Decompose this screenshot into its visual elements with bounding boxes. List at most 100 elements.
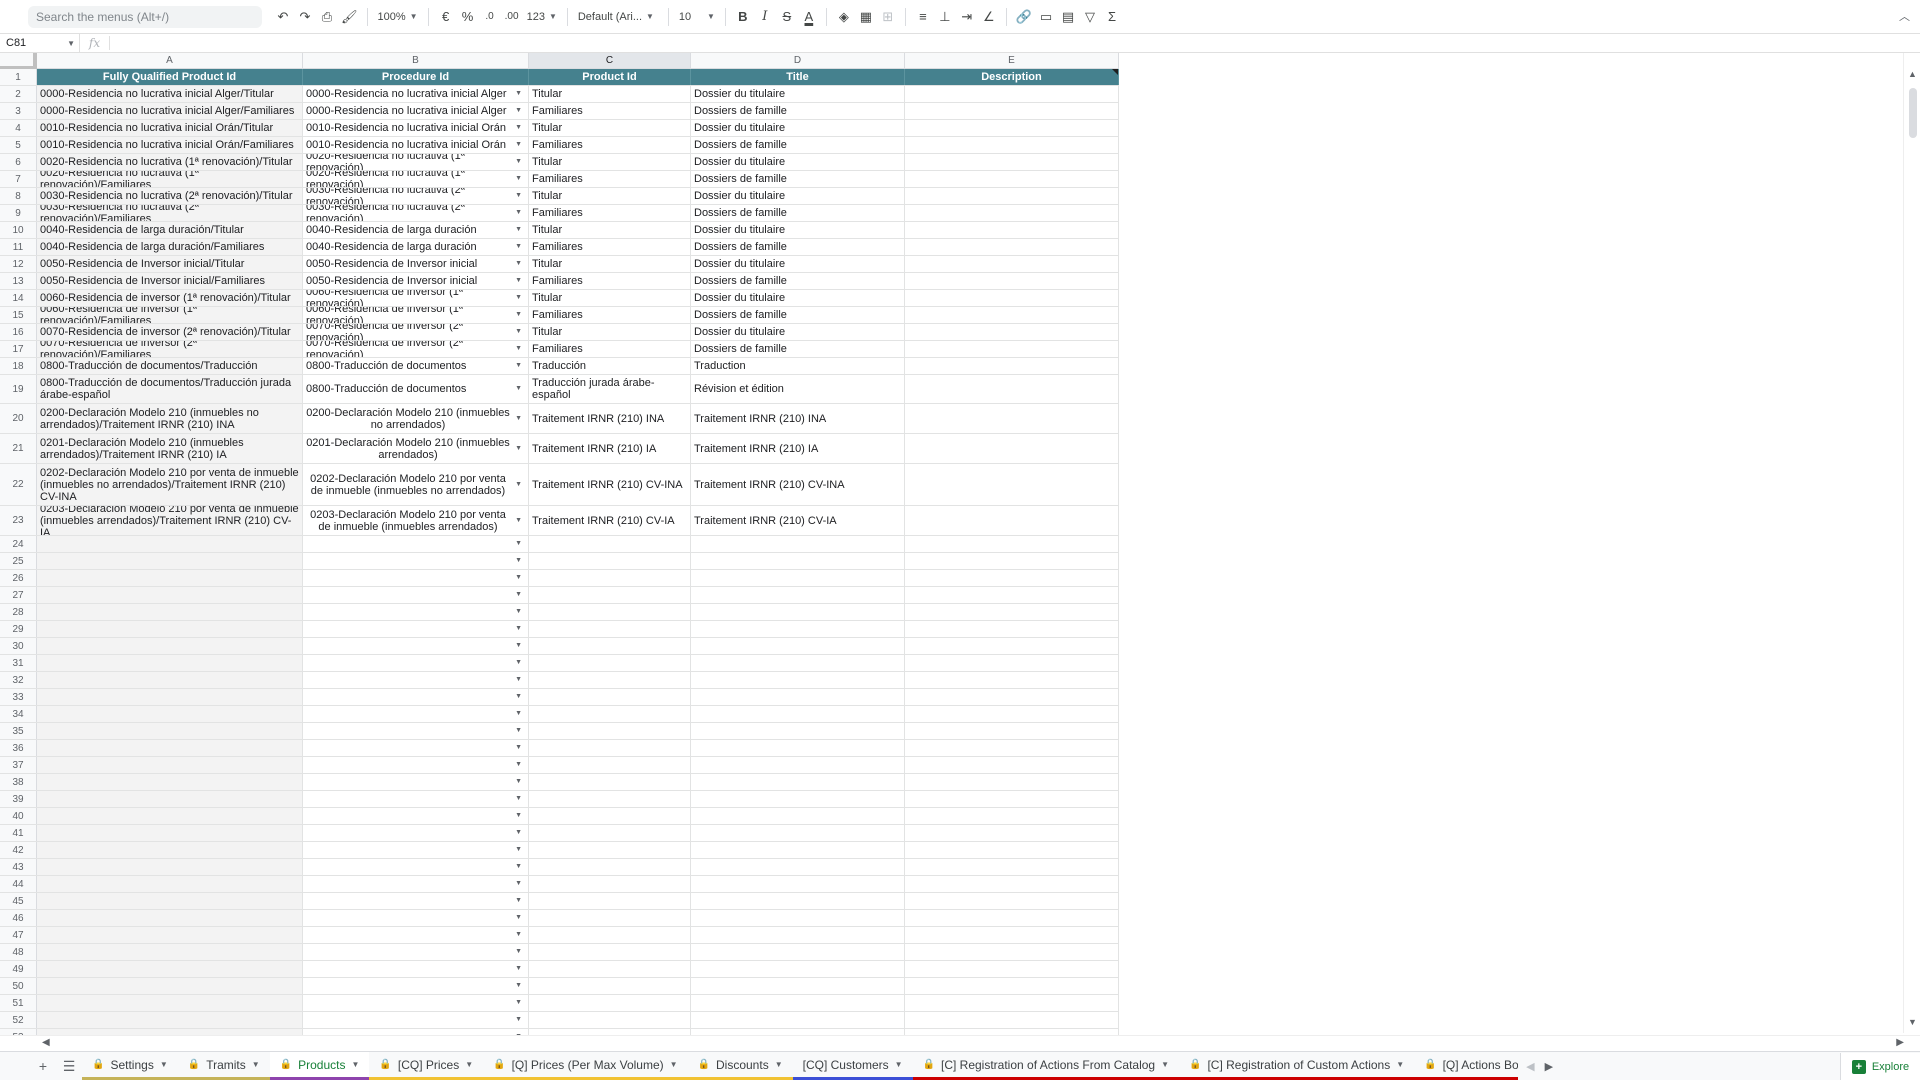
- cell-d[interactable]: [691, 536, 905, 552]
- cell-d[interactable]: [691, 621, 905, 637]
- header-cell-d[interactable]: Title: [691, 69, 905, 85]
- row-header[interactable]: 22: [0, 464, 37, 505]
- cell-e[interactable]: [905, 842, 1119, 858]
- cell-e[interactable]: [905, 205, 1119, 221]
- cell-a[interactable]: [37, 587, 303, 603]
- dropdown-chip-icon[interactable]: ▼: [515, 929, 522, 941]
- row-header[interactable]: 23: [0, 506, 37, 535]
- chevron-down-icon[interactable]: ▼: [895, 1060, 903, 1069]
- header-cell-b[interactable]: Procedure Id: [303, 69, 529, 85]
- cell-e[interactable]: [905, 239, 1119, 255]
- cell-c[interactable]: Traitement IRNR (210) CV-INA: [529, 464, 691, 505]
- cell-e[interactable]: [905, 961, 1119, 977]
- dropdown-chip-icon[interactable]: ▼: [515, 241, 522, 253]
- cell-b[interactable]: ▼: [303, 842, 529, 858]
- dropdown-chip-icon[interactable]: ▼: [515, 810, 522, 822]
- dropdown-chip-icon[interactable]: ▼: [515, 326, 522, 338]
- cell-a[interactable]: 0000-Residencia no lucrativa inicial Alg…: [37, 103, 303, 119]
- cell-d[interactable]: [691, 757, 905, 773]
- cell-b[interactable]: ▼: [303, 706, 529, 722]
- cell-d[interactable]: Dossiers de famille: [691, 103, 905, 119]
- dropdown-chip-icon[interactable]: ▼: [515, 895, 522, 907]
- cell-e[interactable]: [905, 587, 1119, 603]
- cell-c[interactable]: [529, 910, 691, 926]
- cell-d[interactable]: [691, 689, 905, 705]
- row-header[interactable]: 46: [0, 910, 37, 926]
- cell-b[interactable]: 0030-Residencia no lucrativa (2ª renovac…: [303, 188, 529, 204]
- chevron-down-icon[interactable]: ▼: [670, 1060, 678, 1069]
- cell-c[interactable]: Traducción: [529, 358, 691, 374]
- cell-d[interactable]: [691, 655, 905, 671]
- cell-c[interactable]: Familiares: [529, 273, 691, 289]
- font-family-select[interactable]: Default (Ari... ▼: [574, 11, 662, 23]
- cell-c[interactable]: [529, 672, 691, 688]
- cell-d[interactable]: [691, 706, 905, 722]
- cell-a[interactable]: [37, 927, 303, 943]
- cell-a[interactable]: [37, 706, 303, 722]
- cell-b[interactable]: 0000-Residencia no lucrativa inicial Alg…: [303, 103, 529, 119]
- cell-a[interactable]: [37, 995, 303, 1011]
- scroll-left-icon[interactable]: ◀: [42, 1037, 50, 1048]
- cell-e[interactable]: [905, 876, 1119, 892]
- cell-b[interactable]: ▼: [303, 978, 529, 994]
- row-header[interactable]: 43: [0, 859, 37, 875]
- cell-e[interactable]: [905, 893, 1119, 909]
- chevron-down-icon[interactable]: ▼: [1396, 1060, 1404, 1069]
- cell-e[interactable]: [905, 358, 1119, 374]
- row-header[interactable]: 9: [0, 205, 37, 221]
- cell-e[interactable]: [905, 689, 1119, 705]
- cell-c[interactable]: [529, 876, 691, 892]
- cell-c[interactable]: [529, 842, 691, 858]
- cell-d[interactable]: Dossier du titulaire: [691, 86, 905, 102]
- cell-b[interactable]: ▼: [303, 825, 529, 841]
- cell-a[interactable]: 0010-Residencia no lucrativa inicial Orá…: [37, 120, 303, 136]
- cell-d[interactable]: [691, 604, 905, 620]
- cell-c[interactable]: [529, 570, 691, 586]
- chevron-down-icon[interactable]: ▼: [351, 1060, 359, 1069]
- header-cell-a[interactable]: Fully Qualified Product Id: [37, 69, 303, 85]
- row-header[interactable]: 48: [0, 944, 37, 960]
- cell-d[interactable]: Révision et édition: [691, 375, 905, 403]
- dropdown-chip-icon[interactable]: ▼: [515, 606, 522, 618]
- cell-c[interactable]: [529, 859, 691, 875]
- insert-comment-icon[interactable]: ▭: [1035, 5, 1057, 29]
- cell-c[interactable]: Familiares: [529, 307, 691, 323]
- dropdown-chip-icon[interactable]: ▼: [515, 122, 522, 134]
- cell-e[interactable]: [905, 791, 1119, 807]
- cell-e[interactable]: [905, 706, 1119, 722]
- undo-icon[interactable]: ↶: [272, 5, 294, 29]
- font-size-select[interactable]: 10 ▼: [675, 11, 719, 23]
- cell-d[interactable]: Traitement IRNR (210) IA: [691, 434, 905, 463]
- row-header[interactable]: 12: [0, 256, 37, 272]
- cell-e[interactable]: [905, 273, 1119, 289]
- decrease-decimal-button[interactable]: .0: [479, 5, 501, 29]
- row-header[interactable]: 13: [0, 273, 37, 289]
- dropdown-chip-icon[interactable]: ▼: [515, 156, 522, 168]
- cell-a[interactable]: [37, 944, 303, 960]
- select-all-corner[interactable]: [0, 53, 37, 69]
- cell-a[interactable]: 0030-Residencia no lucrativa (2ª renovac…: [37, 188, 303, 204]
- cell-e[interactable]: [905, 638, 1119, 654]
- text-color-button[interactable]: A: [798, 5, 820, 29]
- explore-button[interactable]: + Explore: [1840, 1053, 1920, 1080]
- sheet-tab[interactable]: 🔒 [C] Registration of Custom Actions ▼: [1179, 1052, 1415, 1080]
- cell-a[interactable]: [37, 1012, 303, 1028]
- cell-d[interactable]: Dossier du titulaire: [691, 120, 905, 136]
- formula-input[interactable]: [110, 34, 1920, 52]
- cell-d[interactable]: Traitement IRNR (210) CV-IA: [691, 506, 905, 535]
- cell-c[interactable]: Titular: [529, 290, 691, 306]
- cell-a[interactable]: 0800-Traducción de documentos/Traducción: [37, 358, 303, 374]
- row-header[interactable]: 7: [0, 171, 37, 187]
- cell-d[interactable]: Dossier du titulaire: [691, 154, 905, 170]
- currency-format-button[interactable]: €: [435, 5, 457, 29]
- cell-b[interactable]: ▼: [303, 723, 529, 739]
- cell-a[interactable]: 0050-Residencia de Inversor inicial/Titu…: [37, 256, 303, 272]
- sheet-tab[interactable]: 🔒 Products ▼: [269, 1052, 370, 1080]
- cell-c[interactable]: [529, 961, 691, 977]
- cell-e[interactable]: [905, 464, 1119, 505]
- cell-b[interactable]: 0050-Residencia de Inversor inicial ▼: [303, 273, 529, 289]
- dropdown-chip-icon[interactable]: ▼: [515, 224, 522, 236]
- number-format-select[interactable]: 123 ▼: [523, 11, 561, 23]
- cell-b[interactable]: 0800-Traducción de documentos ▼: [303, 358, 529, 374]
- cell-d[interactable]: Dossiers de famille: [691, 341, 905, 357]
